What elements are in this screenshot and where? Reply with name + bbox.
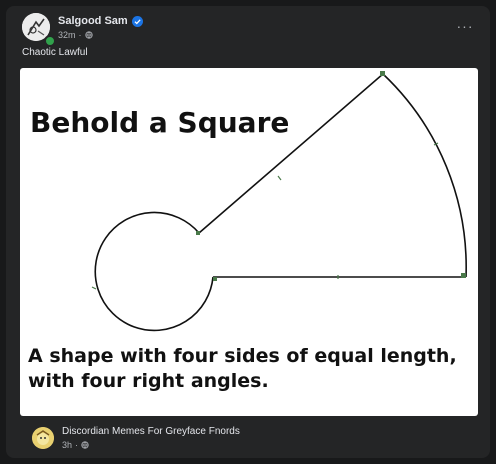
group-meta: 3h · — [62, 440, 240, 450]
corner-mark — [380, 71, 385, 76]
post-time[interactable]: 32m — [58, 30, 76, 40]
meta-separator: · — [75, 440, 79, 450]
globe-icon — [81, 441, 89, 449]
post-caption: Chaotic Lawful — [22, 47, 88, 58]
post-card: Salgood Sam 32m · ··· Chaotic Lawful Beh… — [6, 6, 490, 458]
upper-radius-line — [198, 73, 384, 234]
tick-mark — [277, 175, 282, 181]
post-image[interactable]: Behold a Square A shape with four sides … — [20, 68, 478, 416]
author-name[interactable]: Salgood Sam — [58, 15, 128, 27]
tick-mark — [91, 286, 97, 290]
group-avatar[interactable] — [32, 427, 54, 449]
group-avatar-drawing — [32, 427, 54, 449]
shared-group[interactable]: Discordian Memes For Greyface Fnords 3h … — [20, 420, 478, 456]
online-status-icon — [44, 35, 56, 47]
author-row: Salgood Sam — [58, 15, 143, 27]
post-header: Salgood Sam 32m · ··· — [6, 6, 490, 47]
group-time[interactable]: 3h — [62, 440, 72, 450]
corner-mark — [213, 277, 217, 281]
post-meta: 32m · — [58, 30, 93, 40]
meme-subtitle: A shape with four sides of equal length,… — [28, 345, 457, 392]
group-name[interactable]: Discordian Memes For Greyface Fnords — [62, 426, 240, 437]
corner-mark — [196, 231, 200, 235]
group-info: Discordian Memes For Greyface Fnords 3h … — [62, 426, 240, 450]
verified-badge-icon — [131, 15, 143, 27]
sector-arc — [382, 73, 467, 278]
meta-separator: · — [78, 30, 82, 40]
more-options-button[interactable]: ··· — [454, 18, 476, 34]
circle-arc — [94, 211, 214, 332]
globe-icon — [84, 31, 93, 39]
meme-title: Behold a Square — [30, 106, 290, 139]
corner-mark — [461, 273, 466, 278]
